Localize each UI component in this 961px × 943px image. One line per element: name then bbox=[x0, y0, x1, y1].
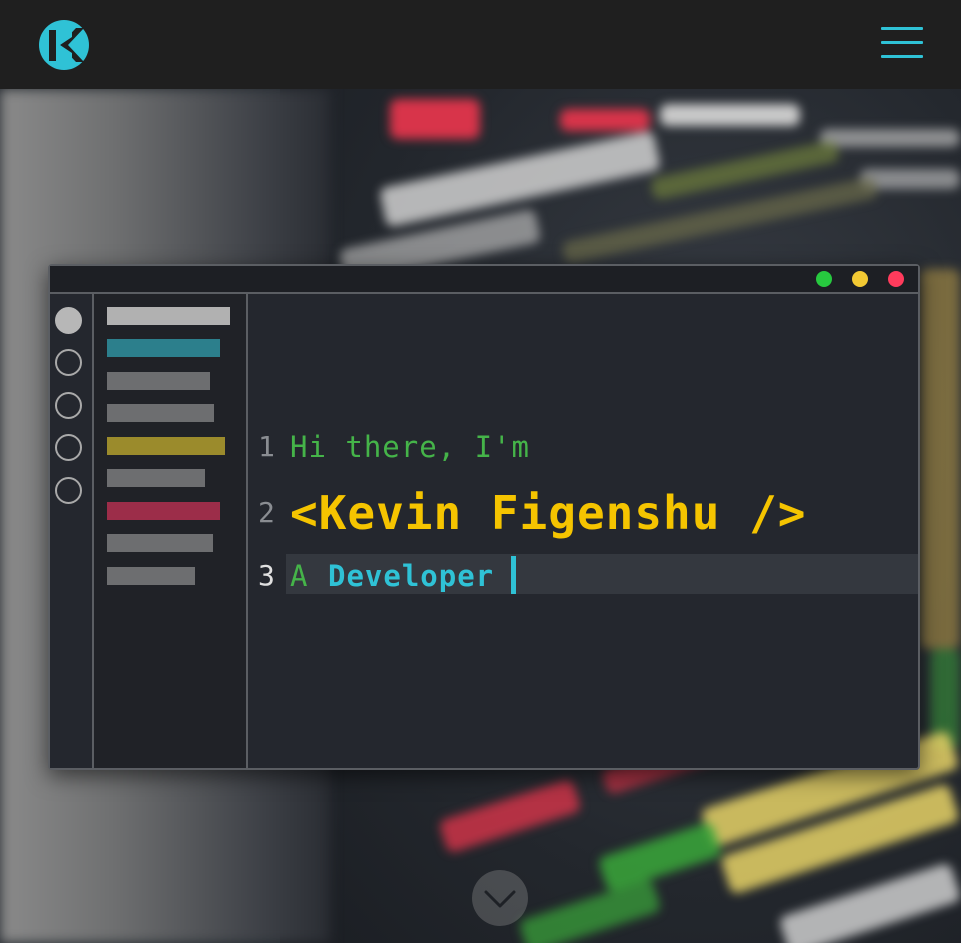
chevron-down-icon bbox=[484, 890, 516, 908]
editor-titlebar bbox=[50, 266, 918, 294]
activity-rail bbox=[50, 294, 94, 768]
rail-nav-dot-4[interactable] bbox=[55, 434, 82, 461]
rail-nav-dot-5[interactable] bbox=[55, 477, 82, 504]
role-text: Developer bbox=[328, 559, 495, 593]
code-area: 1 Hi there, I'm 2 <Kevin Figenshu /> 3 A… bbox=[248, 294, 918, 768]
code-editor-window: 1 Hi there, I'm 2 <Kevin Figenshu /> 3 A… bbox=[48, 264, 920, 770]
file-tree-item[interactable] bbox=[107, 502, 220, 520]
file-tree-item[interactable] bbox=[107, 567, 195, 585]
file-tree-item[interactable] bbox=[107, 534, 213, 552]
close-window-button[interactable] bbox=[888, 271, 904, 287]
rail-nav-dot-3[interactable] bbox=[55, 392, 82, 419]
greeting-text: Hi there, I'm bbox=[290, 430, 530, 464]
file-tree-item[interactable] bbox=[107, 469, 205, 487]
top-nav-bar bbox=[0, 0, 961, 90]
text-cursor bbox=[511, 556, 516, 594]
role-article: A bbox=[290, 559, 308, 593]
rail-nav-dot-2[interactable] bbox=[55, 349, 82, 376]
hamburger-menu-icon[interactable] bbox=[881, 27, 925, 61]
file-tree bbox=[94, 294, 248, 768]
minimize-window-button[interactable] bbox=[852, 271, 868, 287]
file-tree-item[interactable] bbox=[107, 339, 220, 357]
file-tree-item[interactable] bbox=[107, 404, 214, 422]
line-number: 3 bbox=[258, 559, 275, 592]
file-tree-item[interactable] bbox=[107, 372, 210, 390]
line-number: 1 bbox=[258, 430, 275, 463]
file-tree-item[interactable] bbox=[107, 307, 230, 325]
k-logo-icon[interactable] bbox=[38, 20, 90, 70]
rail-nav-dot-1[interactable] bbox=[55, 307, 82, 334]
file-tree-item[interactable] bbox=[107, 437, 225, 455]
name-heading: <Kevin Figenshu /> bbox=[290, 486, 807, 540]
line-number: 2 bbox=[258, 496, 275, 529]
maximize-window-button[interactable] bbox=[816, 271, 832, 287]
scroll-down-button[interactable] bbox=[472, 870, 528, 926]
